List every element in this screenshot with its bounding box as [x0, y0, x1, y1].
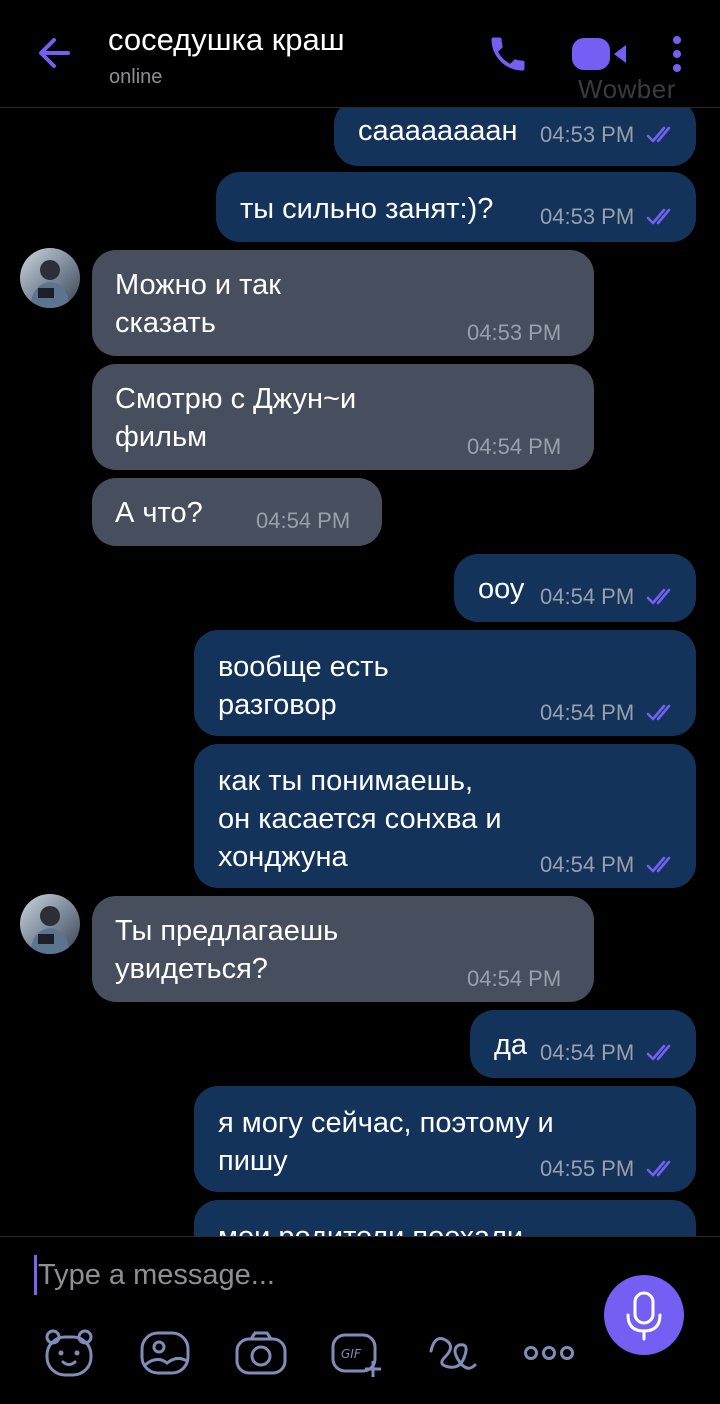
- camera-icon[interactable]: [233, 1325, 289, 1381]
- message-text: саааааааан: [358, 115, 518, 147]
- message-text: ты сильно занят:)?: [240, 193, 494, 225]
- message-time: 04:53 PM: [467, 320, 562, 345]
- gif-icon[interactable]: GIF: [329, 1325, 385, 1381]
- message-text: как ты понимаешь, он касается сонхва и х…: [218, 765, 502, 873]
- read-receipt-icon: [646, 704, 671, 721]
- read-receipt-icon: [646, 1160, 671, 1177]
- message-time: 04:54 PM: [540, 852, 635, 877]
- message-bubble-outgoing[interactable]: ооу 04:54 PM: [454, 554, 696, 622]
- video-camera-icon[interactable]: [570, 34, 630, 74]
- contact-avatar[interactable]: [20, 894, 80, 954]
- message-time: 04:54 PM: [540, 700, 635, 725]
- message-text: Можно и так сказать: [115, 269, 281, 339]
- message-text: мои родители поехали: [218, 1218, 523, 1236]
- contact-name[interactable]: соседушка краш: [108, 22, 345, 58]
- image-icon[interactable]: [137, 1325, 193, 1381]
- more-vertical-icon[interactable]: [666, 32, 688, 76]
- message-bubble-incoming[interactable]: Смотрю с Джун~и фильм 04:54 PM: [92, 364, 594, 470]
- message-bubble-outgoing[interactable]: вообще есть разговор 04:54 PM: [194, 630, 696, 736]
- watermark: Wowber: [578, 74, 676, 104]
- contact-avatar[interactable]: [20, 248, 80, 308]
- read-receipt-icon: [646, 588, 671, 605]
- message-input[interactable]: Type a message...: [38, 1259, 275, 1292]
- contact-status: online: [109, 66, 163, 88]
- message-time: 04:53 PM: [540, 122, 635, 147]
- message-bubble-outgoing[interactable]: я могу сейчас, поэтому и пишу 04:55 PM: [194, 1086, 696, 1192]
- read-receipt-icon: [646, 1044, 671, 1061]
- phone-icon[interactable]: [486, 32, 530, 76]
- message-time: 04:54 PM: [540, 584, 635, 609]
- message-time: 04:54 PM: [467, 434, 562, 459]
- message-text: я могу сейчас, поэтому и пишу: [218, 1107, 554, 1177]
- message-time: 04:55 PM: [540, 1156, 635, 1181]
- message-bubble-incoming[interactable]: Можно и так сказать 04:53 PM: [92, 250, 594, 356]
- text-cursor: [34, 1255, 37, 1295]
- read-receipt-icon: [646, 208, 671, 225]
- message-time: 04:53 PM: [540, 204, 635, 229]
- read-receipt-icon: [646, 856, 671, 873]
- message-text: Ты предлагаешь увидеться?: [115, 915, 339, 985]
- more-horizontal-icon[interactable]: [521, 1325, 577, 1381]
- message-text: ооу: [478, 573, 525, 605]
- composer: Type a message... GIF: [0, 1236, 720, 1404]
- message-bubble-outgoing[interactable]: да 04:54 PM: [470, 1010, 696, 1078]
- message-bubble-incoming[interactable]: А что? 04:54 PM: [92, 478, 382, 546]
- doodle-icon[interactable]: [425, 1325, 481, 1381]
- message-bubble-outgoing[interactable]: саааааааан 04:53 PM: [334, 108, 696, 166]
- message-bubble-incoming[interactable]: Ты предлагаешь увидеться? 04:54 PM: [92, 896, 594, 1002]
- message-time: 04:54 PM: [467, 966, 562, 991]
- back-arrow-icon[interactable]: [32, 30, 78, 76]
- message-text: вообще есть разговор: [218, 651, 389, 721]
- message-text: А что?: [115, 497, 203, 529]
- microphone-icon: [626, 1291, 662, 1341]
- sticker-bear-icon[interactable]: [41, 1325, 97, 1381]
- message-text: да: [494, 1029, 528, 1061]
- message-bubble-outgoing[interactable]: мои родители поехали: [194, 1200, 696, 1236]
- microphone-button[interactable]: [604, 1275, 684, 1355]
- svg-text:GIF: GIF: [341, 1347, 362, 1361]
- chat-header: соседушка краш online Wowber: [0, 0, 720, 108]
- message-time: 04:54 PM: [540, 1040, 635, 1065]
- message-time: 04:54 PM: [256, 508, 351, 533]
- read-receipt-icon: [646, 126, 671, 143]
- message-bubble-outgoing[interactable]: ты сильно занят:)? 04:53 PM: [216, 172, 696, 242]
- message-list[interactable]: саааааааан 04:53 PM ты сильно занят:)? 0…: [0, 108, 720, 1236]
- message-text: Смотрю с Джун~и фильм: [115, 383, 357, 453]
- message-bubble-outgoing[interactable]: как ты понимаешь, он касается сонхва и х…: [194, 744, 696, 888]
